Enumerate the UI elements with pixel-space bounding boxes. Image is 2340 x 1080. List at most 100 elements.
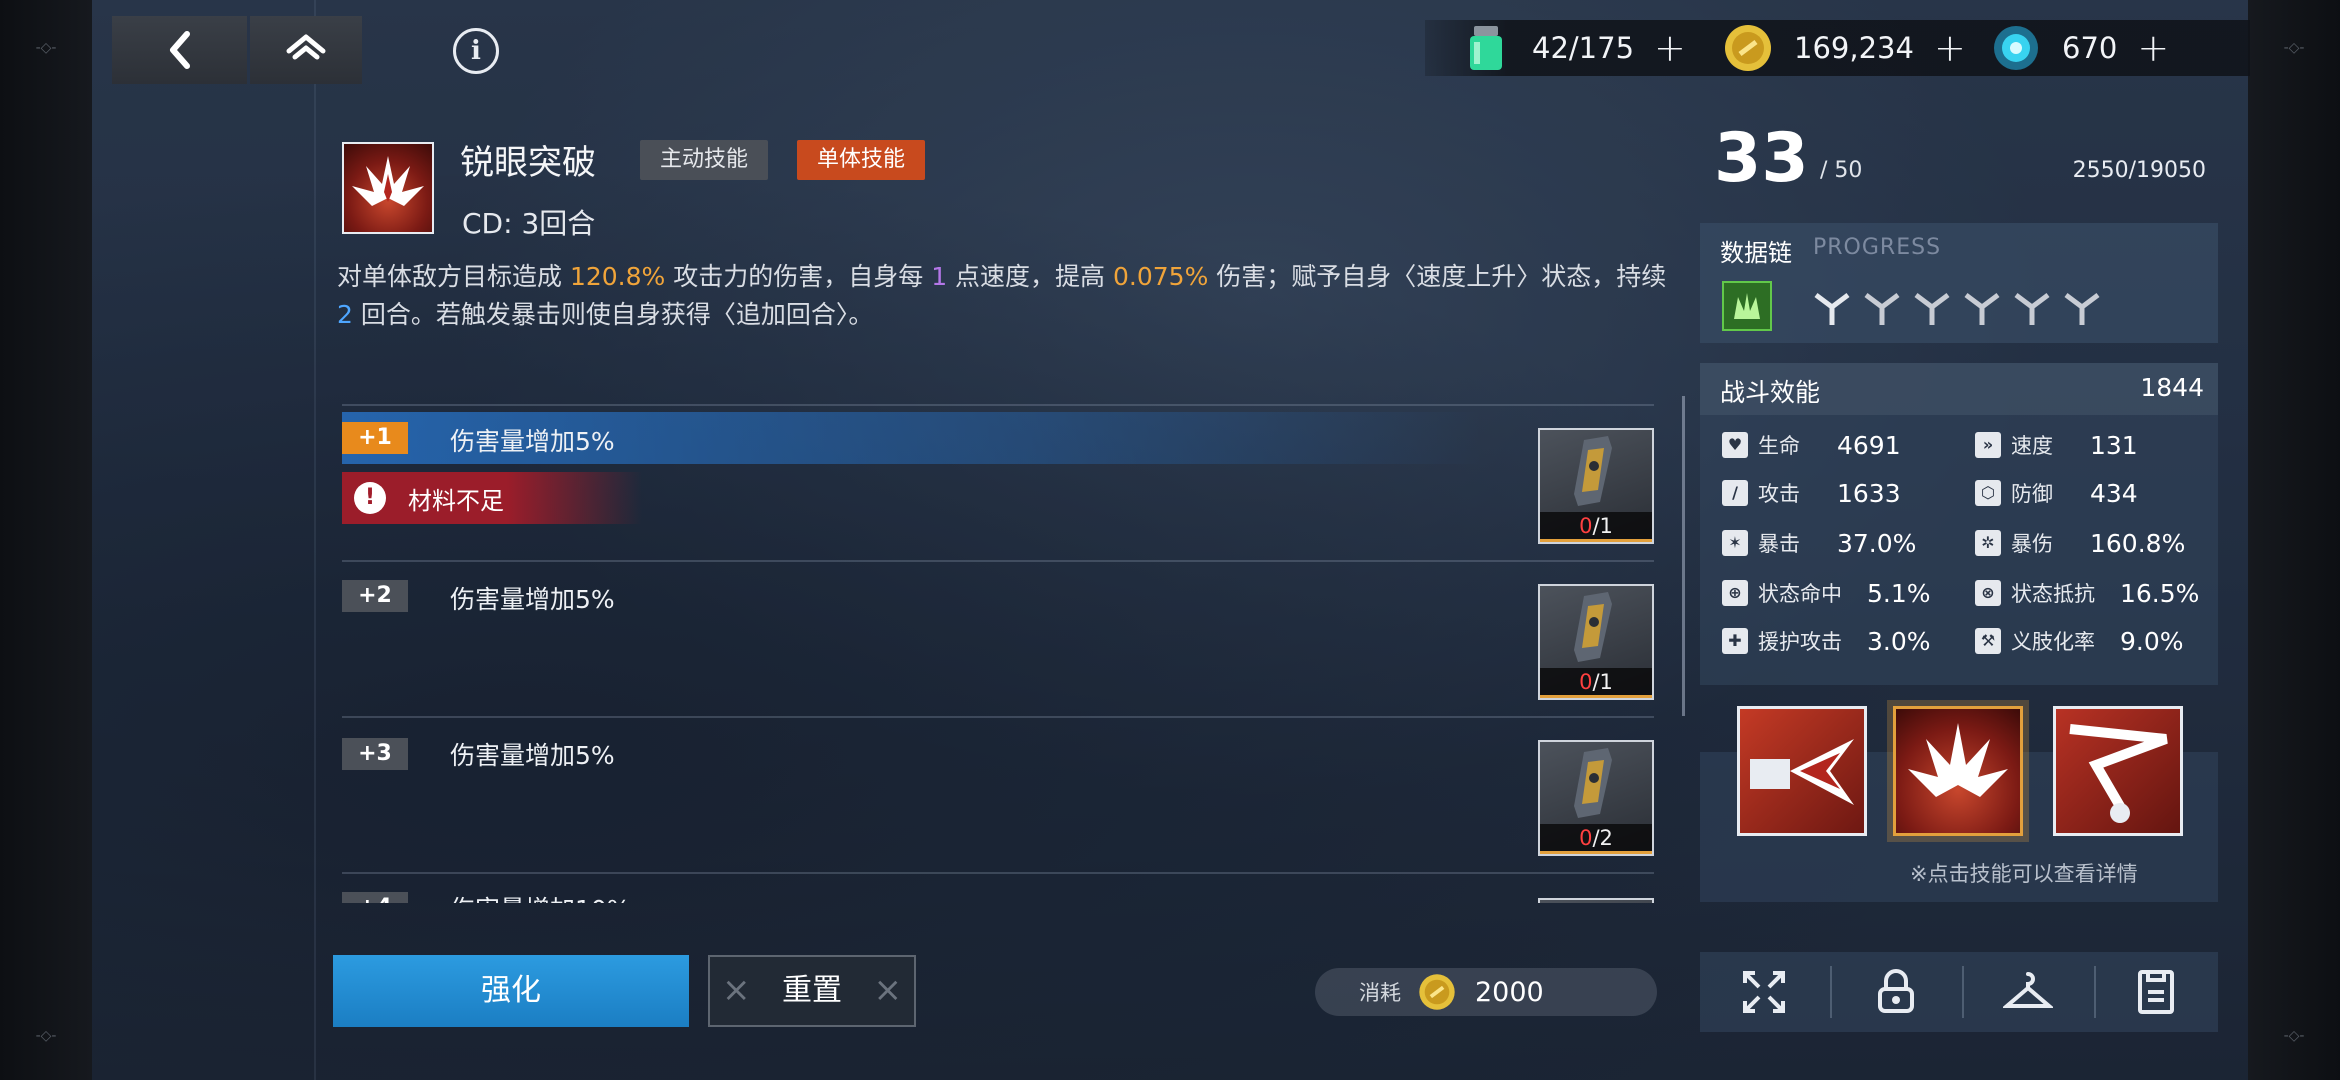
info-button[interactable]: i (453, 28, 499, 74)
gold-coin-icon (1419, 974, 1455, 1010)
energy-canister-icon (1470, 26, 1502, 70)
reset-button[interactable]: ⨯ 重置 ⨯ (708, 955, 916, 1027)
material-need: /2 (1592, 826, 1613, 850)
data-chain-active-icon (1722, 281, 1772, 331)
stat-defense: ⬡ 防御 434 (1975, 473, 2215, 513)
material-need: /1 (1592, 670, 1613, 694)
desc-value-bonus: 0.075% (1113, 262, 1209, 291)
stat-value: 131 (2090, 430, 2138, 460)
cost-value: 2000 (1475, 976, 1544, 1008)
upgrade-level-badge: +3 (342, 738, 408, 770)
stat-label: 暴击 (1758, 532, 1800, 556)
add-energy-button[interactable]: + (1654, 26, 1686, 70)
stat-support-attack: ✚ 援护攻击 3.0% (1722, 621, 1962, 661)
desc-text: 攻击力的伤害，自身每 (665, 262, 932, 291)
hanger-icon (2003, 972, 2053, 1008)
crit-damage-icon: ✲ (1975, 530, 2001, 556)
wardrobe-button[interactable] (1964, 952, 2092, 1032)
stat-value: 160.8% (2090, 528, 2186, 558)
home-icon (286, 34, 326, 60)
material-canister-icon (1574, 748, 1612, 818)
resist-icon: ⊗ (1975, 580, 2001, 606)
frame-ornament-icon: -◇- (2283, 40, 2305, 56)
expand-icon (1743, 971, 1785, 1013)
material-slot[interactable]: 0/1 (1538, 584, 1654, 700)
material-canister-icon (1574, 592, 1612, 662)
upgrade-list[interactable]: +1 伤害量增加5% ! 材料不足 0/1 +2 伤害量增加5% 0/1 +3 … (342, 400, 1654, 903)
stat-prosthetic-rate: ⚒ 义肢化率 9.0% (1975, 621, 2215, 661)
reset-label: 重置 (782, 973, 842, 1008)
material-slot[interactable] (1538, 898, 1654, 903)
resource-energy[interactable]: 42/175 + (1460, 20, 1686, 76)
stat-value: 4691 (1837, 430, 1901, 460)
material-slot[interactable]: 0/1 (1538, 428, 1654, 544)
upgrade-text: 伤害量增加5% (450, 741, 615, 770)
expand-button[interactable] (1700, 952, 1828, 1032)
material-have: 0 (1579, 514, 1593, 538)
data-chain-panel[interactable]: 数据链 PROGRESS (1700, 223, 2218, 343)
info-icon: i (471, 36, 481, 66)
shield-icon: ⬡ (1975, 480, 2001, 506)
tag-single-target: 单体技能 (797, 140, 926, 180)
add-gold-button[interactable]: + (1934, 26, 1966, 70)
back-button[interactable] (112, 16, 247, 84)
stat-label: 生命 (1758, 434, 1800, 458)
home-button[interactable] (250, 16, 362, 84)
stat-label: 状态命中 (1758, 582, 1842, 606)
stat-label: 义肢化率 (2011, 630, 2095, 654)
combat-stats-header: 战斗效能 1844 (1700, 363, 2218, 415)
skill-card-3[interactable] (2053, 706, 2183, 836)
upgrade-level-badge: +4 (342, 892, 408, 903)
chip-icon (1734, 293, 1760, 319)
lock-button[interactable] (1832, 952, 1960, 1032)
stat-value: 37.0% (1837, 528, 1917, 558)
stat-value: 3.0% (1867, 626, 1931, 656)
combat-power-label: 战斗效能 (1720, 378, 1821, 407)
material-count: 0/1 (1540, 512, 1652, 542)
top-nav (112, 16, 362, 84)
stat-hp: ♥ 生命 4691 (1722, 425, 1962, 465)
material-slot[interactable]: 0/2 (1538, 740, 1654, 856)
chain-node-icon (2014, 293, 2050, 325)
skill-card-2-selected[interactable] (1893, 706, 2023, 836)
row-divider (342, 560, 1654, 562)
enhance-button[interactable]: 强化 (333, 955, 689, 1027)
gold-coin-icon (1725, 25, 1771, 71)
chain-node-icon (1964, 293, 2000, 325)
material-count: 0/1 (1540, 668, 1652, 698)
stat-speed: » 速度 131 (1975, 425, 2215, 465)
lock-icon (1878, 969, 1914, 1013)
desc-text: 伤害；赋予自身〈速度上升〉状态，持续 (1208, 262, 1667, 291)
exp-value: 2550/19050 (2072, 158, 2206, 183)
wrench-icon: ⚒ (1975, 628, 2001, 654)
document-icon (2138, 970, 2174, 1014)
skills-hint: ※点击技能可以查看详情 (1910, 862, 2138, 886)
skill-card-1[interactable] (1737, 706, 1867, 836)
list-scrollbar[interactable] (1682, 396, 1685, 716)
material-canister-icon (1574, 436, 1612, 506)
frame-ornament-icon: -◇- (35, 40, 57, 56)
energy-value: 42/175 (1532, 31, 1635, 65)
resource-gold[interactable]: 169,234 + (1722, 20, 1966, 76)
skill-description: 对单体敌方目标造成 120.8% 攻击力的伤害，自身每 1 点速度，提高 0.0… (337, 258, 1677, 334)
stat-label: 状态抵抗 (2011, 582, 2095, 606)
stat-effect-resist: ⊗ 状态抵抗 16.5% (1975, 573, 2215, 613)
chevron-left-icon (169, 31, 190, 69)
stat-value: 9.0% (2120, 626, 2184, 656)
material-need: /1 (1592, 514, 1613, 538)
upgrade-text: 伤害量增加5% (450, 585, 615, 614)
profile-card-button[interactable] (2092, 952, 2220, 1032)
row-divider (342, 716, 1654, 718)
stat-value: 16.5% (2120, 578, 2200, 608)
speed-icon: » (1975, 432, 2001, 458)
chain-node-icon (1864, 293, 1900, 325)
crit-icon: ✶ (1722, 530, 1748, 556)
current-level: 33 (1714, 119, 1809, 198)
material-count: 0/2 (1540, 824, 1652, 854)
level-box: 33 / 50 2550/19050 (1700, 120, 2218, 198)
add-crystal-button[interactable]: + (2137, 26, 2169, 70)
upgrade-level-badge: +2 (342, 580, 408, 612)
right-frame-pillar: -◇- -◇- (2248, 0, 2340, 1080)
stat-label: 暴伤 (2011, 532, 2053, 556)
resource-crystal[interactable]: 670 + (1990, 20, 2169, 76)
